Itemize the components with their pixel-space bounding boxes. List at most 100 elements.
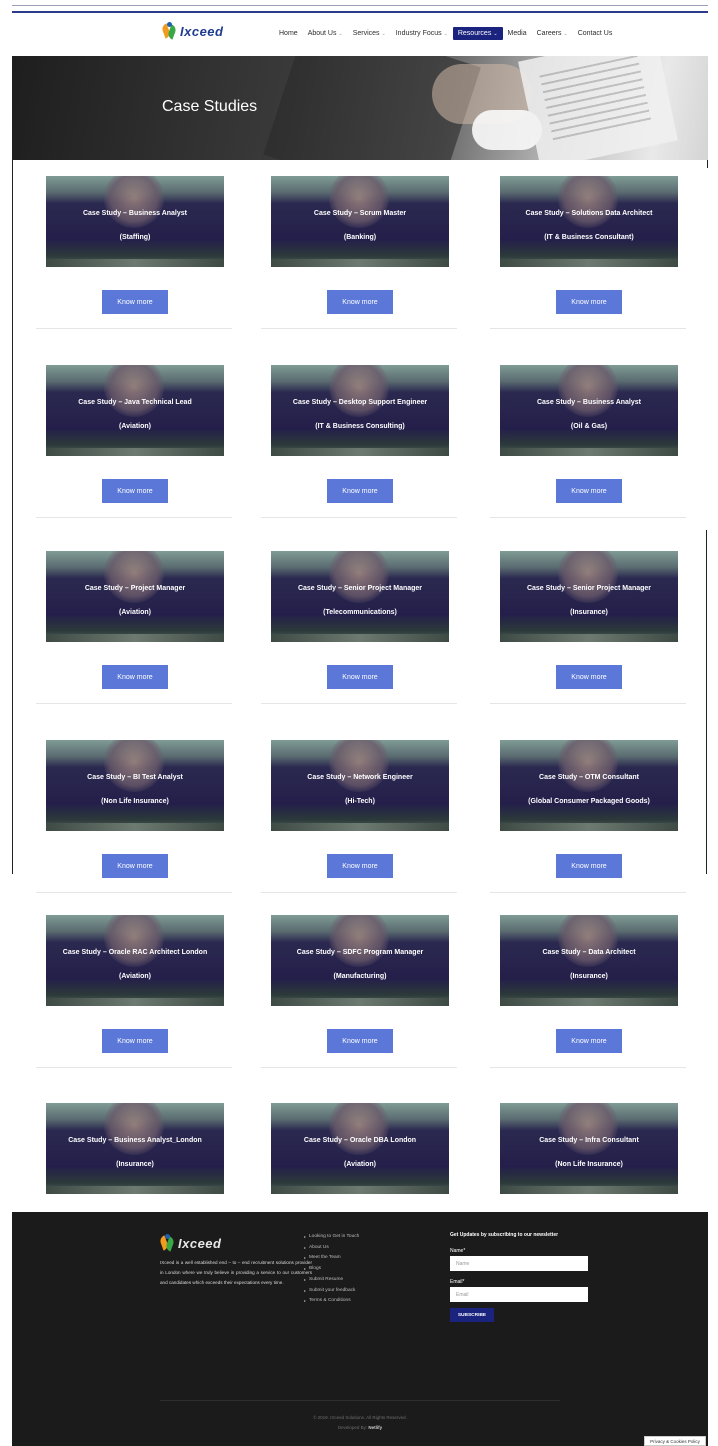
case-study-image[interactable]: Case Study – Business Analyst (Oil & Gas) [500, 365, 678, 456]
frame-line [706, 530, 707, 874]
know-more-button[interactable]: Know more [556, 479, 622, 503]
footer-link[interactable]: ▸ Terms & Conditions [304, 1296, 359, 1307]
nav-item-label: Services [352, 30, 380, 37]
footer-divider [160, 1400, 560, 1401]
footer-link[interactable]: ▸ Looking to Get in Touch [304, 1232, 359, 1243]
bullet-arrow-icon: ▸ [304, 1287, 307, 1293]
case-study-image[interactable]: Case Study – SDFC Program Manager (Manufa… [271, 915, 449, 1006]
case-study-industry: (IT & Business Consulting) [315, 423, 405, 430]
case-study-image[interactable]: Case Study – Oracle DBA London (Aviation) [271, 1103, 449, 1194]
bullet-arrow-icon: ▸ [304, 1276, 307, 1282]
case-study-image[interactable]: Case Study – Network Engineer (Hi-Tech) [271, 740, 449, 831]
logo-icon [158, 1234, 176, 1252]
case-study-title: Case Study – Business Analyst [82, 210, 187, 217]
case-study-image[interactable]: Case Study – Data Architect (Insurance) [500, 915, 678, 1006]
subscribe-button[interactable]: SUBSCRIBE [450, 1308, 494, 1322]
footer-link[interactable]: ▸ Submit Resume [304, 1275, 359, 1286]
case-study-image[interactable]: Case Study – Project Manager (Aviation) [46, 551, 224, 642]
know-more-button[interactable]: Know more [102, 665, 168, 689]
case-study-image[interactable]: Case Study – BI Test Analyst (Non Life In… [46, 740, 224, 831]
case-study-image[interactable]: Case Study – Senior Project Manager (Tele… [271, 551, 449, 642]
know-more-button[interactable]: Know more [102, 290, 168, 314]
email-label: Email* [450, 1279, 465, 1285]
name-field[interactable]: Name [450, 1256, 588, 1271]
nav-item-media[interactable]: Media [503, 27, 532, 40]
case-study-industry: (Non Life Insurance) [101, 798, 169, 805]
site-logo[interactable]: Ixceed [160, 22, 223, 40]
know-more-button[interactable]: Know more [327, 290, 393, 314]
case-study-image[interactable]: Case Study – Desktop Support Engineer (IT… [271, 365, 449, 456]
know-more-button[interactable]: Know more [102, 479, 168, 503]
know-more-button[interactable]: Know more [327, 1029, 393, 1053]
nav-item-contact-us[interactable]: Contact Us [573, 27, 618, 40]
know-more-button[interactable]: Know more [556, 290, 622, 314]
card-divider [261, 517, 457, 518]
case-study-image[interactable]: Case Study – Scrum Master (Banking) [271, 176, 449, 267]
card-divider [490, 517, 686, 518]
know-more-button[interactable]: Know more [327, 854, 393, 878]
case-study-industry: (Non Life Insurance) [555, 1161, 623, 1168]
case-study-image[interactable]: Case Study – Solutions Data Architect (IT… [500, 176, 678, 267]
nav-item-resources[interactable]: Resources ⌄ [452, 27, 503, 40]
bullet-arrow-icon: ▸ [304, 1234, 307, 1239]
know-more-button[interactable]: Know more [327, 665, 393, 689]
footer-link-label: Submit your feedback [309, 1287, 356, 1293]
nav-item-label: Media [507, 30, 527, 37]
case-study-industry: (Global Consumer Packaged Goods) [528, 798, 650, 805]
developer-link[interactable]: Netlify [368, 1425, 382, 1430]
footer-link[interactable]: ▸ Blogs [304, 1264, 359, 1275]
footer-links: ▸ Looking to Get in Touch ▸ About Us ▸ Meet t… [304, 1232, 359, 1307]
email-field[interactable]: Email [450, 1287, 588, 1302]
chevron-down-icon: ⌄ [493, 30, 498, 37]
nav-item-services[interactable]: Services ⌄ [348, 27, 391, 40]
nav-item-careers[interactable]: Careers ⌄ [532, 27, 573, 40]
know-more-button[interactable]: Know more [102, 1029, 168, 1053]
case-study-image[interactable]: Case Study – Oracle RAC Architect London… [46, 915, 224, 1006]
newsletter-title: Get Updates by subscribing to our newsle… [450, 1232, 559, 1238]
case-study-image[interactable]: Case Study – OTM Consultant (Global Consu… [500, 740, 678, 831]
email-placeholder: Email [456, 1291, 469, 1298]
case-study-title: Case Study – Network Engineer [307, 774, 413, 781]
know-more-button[interactable]: Know more [327, 479, 393, 503]
case-study-industry: (Aviation) [343, 1161, 377, 1168]
card-divider [490, 892, 686, 893]
case-study-industry: (Aviation) [118, 423, 152, 430]
footer-link[interactable]: ▸ Meet the Team [304, 1253, 359, 1264]
case-study-title: Case Study – BI Test Analyst [87, 774, 183, 781]
footer-logo[interactable]: Ixceed [158, 1234, 221, 1252]
card-divider [36, 892, 232, 893]
card-divider [36, 1067, 232, 1068]
nav-item-home[interactable]: Home [274, 27, 303, 40]
case-study-industry: (Aviation) [118, 609, 152, 616]
case-study-title: Case Study – SDFC Program Manager [296, 949, 424, 956]
nav-item-about-us[interactable]: About Us ⌄ [303, 27, 348, 40]
chevron-down-icon: ⌄ [563, 30, 568, 37]
case-study-image[interactable]: Case Study – Infra Consultant (Non Life I… [500, 1103, 678, 1194]
footer-link[interactable]: ▸ Submit your feedback [304, 1286, 359, 1297]
case-study-image[interactable]: Case Study – Senior Project Manager (Insu… [500, 551, 678, 642]
case-study-image[interactable]: Case Study – Business Analyst (Staffing) [46, 176, 224, 267]
case-study-image[interactable]: Case Study – Business Analyst_London (Ins… [46, 1103, 224, 1194]
case-study-image[interactable]: Case Study – Java Technical Lead (Aviatio… [46, 365, 224, 456]
site-footer: Ixceed IXceed is a well established end … [12, 1212, 708, 1446]
privacy-cookies-button[interactable]: Privacy & Cookies Policy [644, 1436, 706, 1446]
case-study-title: Case Study – Scrum Master [313, 210, 407, 217]
nav-item-industry-focus[interactable]: Industry Focus ⌄ [391, 27, 453, 40]
know-more-button[interactable]: Know more [556, 854, 622, 878]
main-nav: Home About Us ⌄ Services ⌄ Industry Focus ⌄ Res… [274, 27, 617, 40]
chevron-down-icon: ⌄ [443, 30, 448, 37]
nav-item-label: About Us [307, 30, 337, 37]
case-study-title: Case Study – Oracle RAC Architect London [62, 949, 208, 956]
card-divider [261, 703, 457, 704]
case-study-industry: (Insurance) [116, 1161, 154, 1168]
card-divider [36, 517, 232, 518]
footer-link[interactable]: ▸ About Us [304, 1243, 359, 1254]
frame-line [12, 160, 13, 874]
top-accent-line [12, 11, 708, 13]
bullet-arrow-icon: ▸ [304, 1298, 307, 1304]
nav-item-label: Industry Focus [395, 30, 442, 37]
know-more-button[interactable]: Know more [556, 1029, 622, 1053]
case-study-industry: (Hi-Tech) [345, 798, 375, 805]
know-more-button[interactable]: Know more [102, 854, 168, 878]
know-more-button[interactable]: Know more [556, 665, 622, 689]
